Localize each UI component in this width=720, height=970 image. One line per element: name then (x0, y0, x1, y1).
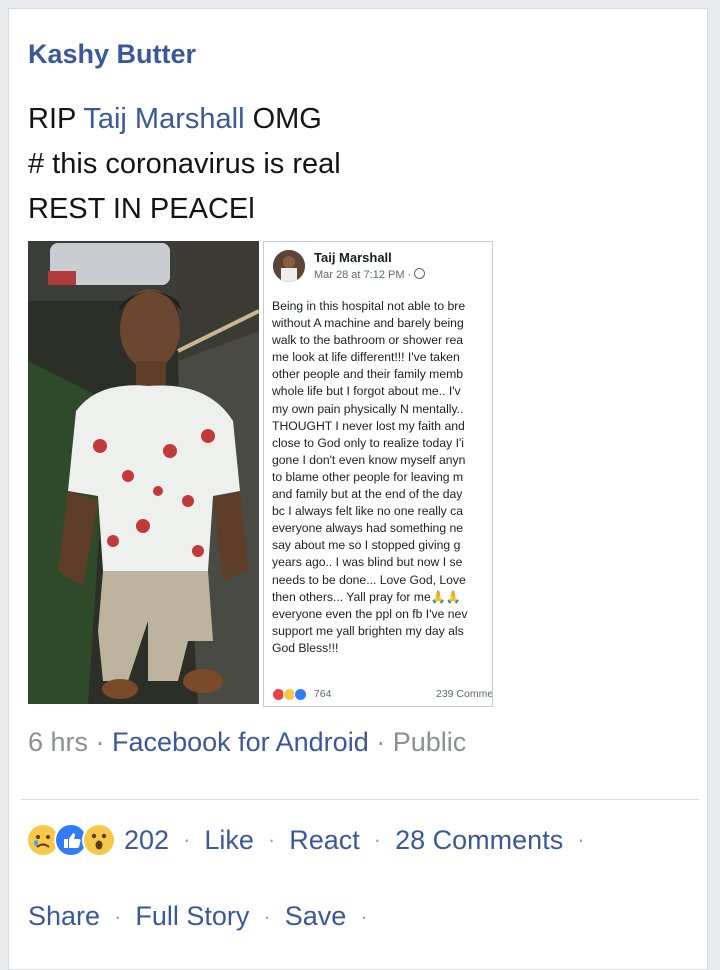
embedded-text-line: other people and their family memb (272, 367, 464, 382)
meta-separator: · (376, 727, 393, 757)
person-photo-illustration (28, 241, 259, 704)
post-photo[interactable] (28, 241, 259, 704)
post-card: Kashy Butter RIP Taij Marshall OMG # thi… (8, 8, 708, 970)
divider (21, 799, 699, 800)
reaction-count[interactable]: 202 (124, 825, 169, 856)
embedded-text-line: God Bless!!! (272, 640, 339, 655)
embedded-post-meta: Mar 28 at 7:12 PM · (314, 268, 426, 281)
post-source-link[interactable]: Facebook for Android (112, 727, 369, 757)
embedded-text-line: Being in this hospital not able to bre (272, 299, 466, 313)
meta-separator: · (95, 727, 113, 757)
post-meta: 6 hrs · Facebook for Android · Public (28, 727, 466, 758)
reaction-action-row: 202 · Like · React · 28 Comments · (26, 823, 599, 857)
embedded-text-line: my own pain physically N mentally.. (272, 401, 464, 416)
embedded-text-line: then others... Yall pray for me🙏🙏 (272, 589, 462, 604)
action-separator: · (114, 903, 122, 929)
embedded-text-line: support me yall brighten my day als (272, 623, 464, 638)
embedded-post-screenshot[interactable]: Taij Marshall Mar 28 at 7:12 PM · Being … (263, 241, 493, 707)
embedded-text-line: and family but at the end of the day (272, 487, 463, 502)
embedded-text-line: me look at life different!!! I've taken (272, 350, 460, 365)
embedded-text-line: bc I always felt like no one really ca (272, 504, 464, 519)
avatar-image (273, 250, 305, 282)
embedded-text-line: whole life but I forgot about me.. I'v (272, 384, 461, 399)
like-icon (294, 688, 307, 701)
post-timestamp[interactable]: 6 hrs (28, 727, 88, 757)
embedded-comment-count: 239 Comme (436, 688, 493, 700)
save-button[interactable]: Save (285, 901, 347, 932)
embedded-post-footer: 764 239 Comme (272, 688, 493, 701)
post-text-suffix: OMG (244, 103, 322, 135)
action-separator: · (577, 827, 585, 852)
embedded-text-line: everyone even the ppl on fb I've nev (272, 606, 468, 621)
embedded-text-line: needs to be done... Love God, Love (272, 572, 466, 587)
action-separator: · (373, 827, 382, 852)
embedded-reaction-icons (272, 688, 307, 701)
share-button[interactable]: Share (28, 901, 100, 932)
embedded-text-line: walk to the bathroom or shower rea (272, 333, 464, 348)
embedded-post-time: Mar 28 at 7:12 PM · (314, 269, 415, 281)
action-separator: · (183, 827, 191, 852)
embedded-text-line: gone I don't even know myself anyn (272, 452, 466, 467)
comments-link[interactable]: 28 Comments (395, 825, 563, 856)
post-body: RIP Taij Marshall OMG # this coronavirus… (28, 97, 341, 232)
post-text-prefix: RIP (28, 103, 84, 135)
embedded-text-line: close to God only to realize today I'i (272, 435, 465, 450)
embedded-avatar (273, 250, 305, 282)
action-separator: · (360, 903, 368, 929)
embedded-text-line: everyone always had something ne (272, 521, 464, 536)
embedded-text-line: without A machine and barely being (272, 316, 464, 331)
embedded-text-line: say about me so I stopped giving g (272, 538, 461, 553)
embedded-reaction-count: 764 (313, 688, 332, 701)
embedded-post-text: Being in this hospital not able to bre w… (272, 298, 492, 657)
share-action-row: Share · Full Story · Save · (28, 901, 382, 932)
like-button[interactable]: Like (204, 825, 254, 856)
embedded-text-line: to blame other people for leaving m (272, 469, 464, 484)
full-story-button[interactable]: Full Story (135, 901, 249, 932)
post-line-1: RIP Taij Marshall OMG (28, 97, 341, 142)
embedded-text-line: THOUGHT I never lost my faith and (272, 418, 465, 433)
embedded-text-line: years ago.. I was blind but now I se (272, 555, 463, 570)
embedded-author-name: Taij Marshall (314, 250, 392, 265)
post-line-3: REST IN PEACEl (28, 193, 255, 225)
privacy-label: Public (392, 727, 467, 757)
wow-face-icon (82, 823, 116, 857)
action-separator: · (267, 827, 276, 852)
mention-link[interactable]: Taij Marshall (83, 103, 244, 135)
post-author-name[interactable]: Kashy Butter (28, 39, 196, 70)
react-button[interactable]: React (289, 825, 360, 856)
post-line-2: # this coronavirus is real (28, 148, 341, 180)
reaction-icons[interactable] (26, 823, 116, 857)
action-separator: · (263, 903, 271, 929)
globe-icon (414, 268, 426, 279)
